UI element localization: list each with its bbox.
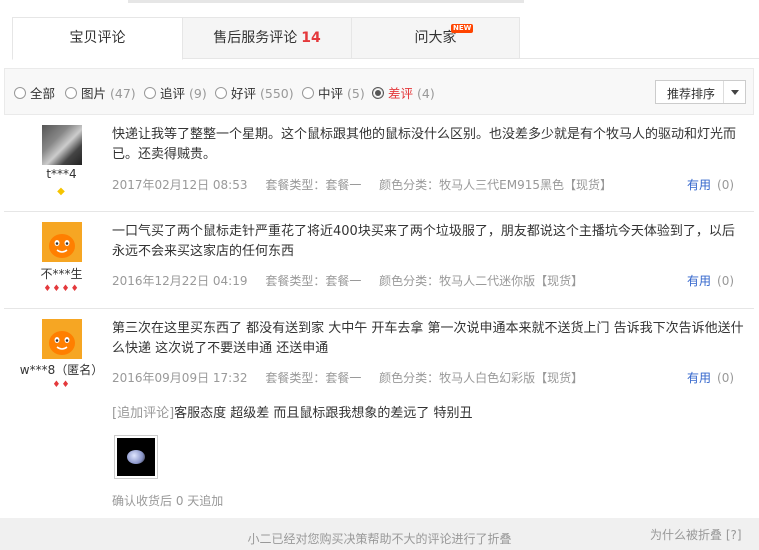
filter-follow-up[interactable]: 追评 (9) xyxy=(144,83,207,102)
chevron-down-icon[interactable] xyxy=(731,90,739,95)
filter-all[interactable]: 全部 xyxy=(14,83,55,102)
review-content: 一口气买了两个鼠标走针严重花了将近400块买来了两个垃圾服了，朋友都说这个主播坑… xyxy=(112,224,735,259)
color-variant: 颜色分类：牧马人三代EM915黑色【现货】 xyxy=(379,178,612,192)
review-item: 不***生 ♦♦♦♦ 一口气买了两个鼠标走针严重花了将近400块买来了两个垃圾服… xyxy=(4,212,754,309)
folded-notice: 小二已经对您购买决策帮助不大的评论进行了折叠 为什么被折叠 [?] xyxy=(0,518,759,550)
color-variant: 颜色分类：牧马人二代迷你版【现货】 xyxy=(379,274,584,288)
tab-label: 售后服务评论 xyxy=(213,30,298,46)
filter-negative[interactable]: 差评 (4) xyxy=(372,83,435,102)
helpful-label: 有用 xyxy=(687,274,712,288)
filter-neutral[interactable]: 中评 (5) xyxy=(302,83,365,102)
avatar xyxy=(42,125,82,165)
filter-bar: 全部 图片 (47) 追评 (9) 好评 (550) 中评 (5) 差评 (4) 推荐排序 xyxy=(4,68,754,115)
filter-images[interactable]: 图片 (47) xyxy=(65,83,136,102)
filter-positive[interactable]: 好评 (550) xyxy=(215,83,294,102)
review-content: 快递让我等了整整一个星期。这个鼠标跟其他的鼠标没什么区别。也没差多少就是有个牧马… xyxy=(112,127,737,162)
username: 不***生 xyxy=(40,267,83,281)
package-type: 套餐类型：套餐一 xyxy=(265,178,362,192)
filter-label: 全部 xyxy=(30,86,56,101)
helpful-button[interactable]: 有用 (0) xyxy=(687,272,734,289)
helpful-button[interactable]: 有用 (0) xyxy=(687,369,734,386)
review-date: 2016年12月22日 04:19 xyxy=(112,274,248,288)
filter-count: (4) xyxy=(417,86,435,101)
review-tabs: 宝贝评论 售后服务评论 14 问大家 NEW xyxy=(12,17,759,60)
helpful-label: 有用 xyxy=(687,178,712,192)
review-content: 第三次在这里买东西了 都没有送到家 大中午 开车去拿 第一次说申通本来就不送货上… xyxy=(112,321,744,356)
filter-count: (47) xyxy=(110,86,136,101)
why-folded-link[interactable]: 为什么被折叠 [?] xyxy=(650,526,742,543)
filter-label: 好评 xyxy=(231,86,257,101)
radio-icon[interactable] xyxy=(215,87,227,99)
helpful-label: 有用 xyxy=(687,371,712,385)
tab-label: 问大家 xyxy=(414,30,457,46)
review-date: 2016年09月09日 17:32 xyxy=(112,371,248,385)
package-type: 套餐类型：套餐一 xyxy=(265,274,362,288)
follow-up-review: [追加评论]客服态度 超级差 而且鼠标跟我想象的差远了 特别丑 xyxy=(112,402,473,421)
filter-count: (550) xyxy=(260,86,294,101)
filter-count: (9) xyxy=(189,86,207,101)
helpful-count: (0) xyxy=(717,371,735,385)
review-meta: 2017年02月12日 08:53 套餐类型：套餐一 颜色分类：牧马人三代EM9… xyxy=(112,176,744,193)
follow-up-time: 确认收货后 0 天追加 xyxy=(112,494,224,508)
sort-label: 推荐排序 xyxy=(667,87,716,101)
review-photo-thumbnail[interactable] xyxy=(114,435,158,479)
filter-count: (5) xyxy=(347,86,365,101)
default-avatar-icon xyxy=(42,222,82,262)
radio-icon[interactable] xyxy=(302,87,314,99)
review-date: 2017年02月12日 08:53 xyxy=(112,178,248,192)
radio-icon[interactable] xyxy=(14,87,26,99)
helpful-button[interactable]: 有用 (0) xyxy=(687,176,734,193)
sort-dropdown[interactable]: 推荐排序 xyxy=(655,80,746,104)
filter-label: 图片 xyxy=(81,86,107,101)
new-badge: NEW xyxy=(451,24,474,33)
username: w***8（匿名） xyxy=(19,363,104,377)
tab-item-reviews[interactable]: 宝贝评论 xyxy=(12,17,183,60)
filter-label: 差评 xyxy=(388,86,414,101)
tab-label: 宝贝评论 xyxy=(69,30,126,46)
helpful-count: (0) xyxy=(717,274,735,288)
buyer-rank-icon: ♦♦ xyxy=(52,380,71,390)
radio-checked-icon[interactable] xyxy=(372,87,384,99)
radio-icon[interactable] xyxy=(65,87,77,99)
color-variant: 颜色分类：牧马人白色幻彩版【现货】 xyxy=(379,371,584,385)
folded-message[interactable]: 小二已经对您购买决策帮助不大的评论进行了折叠 xyxy=(0,530,759,547)
top-divider xyxy=(128,0,524,3)
review-item: t***4 ◆ 快递让我等了整整一个星期。这个鼠标跟其他的鼠标没什么区别。也没差… xyxy=(4,117,754,212)
buyer-rank-icon: ◆ xyxy=(57,186,66,197)
mouse-photo xyxy=(117,438,155,476)
avatar xyxy=(42,222,82,262)
filter-label: 中评 xyxy=(318,86,344,101)
package-type: 套餐类型：套餐一 xyxy=(265,371,362,385)
follow-up-text: 客服态度 超级差 而且鼠标跟我想象的差远了 特别丑 xyxy=(174,406,473,421)
default-avatar-icon xyxy=(42,319,82,359)
buyer-rank-icon: ♦♦♦♦ xyxy=(43,284,80,294)
helpful-count: (0) xyxy=(717,178,735,192)
review-meta: 2016年09月09日 17:32 套餐类型：套餐一 颜色分类：牧马人白色幻彩版… xyxy=(112,369,744,386)
review-meta: 2016年12月22日 04:19 套餐类型：套餐一 颜色分类：牧马人二代迷你版… xyxy=(112,272,744,289)
radio-icon[interactable] xyxy=(144,87,156,99)
follow-up-tag: [追加评论] xyxy=(112,406,175,421)
avatar xyxy=(42,319,82,359)
tab-ask-everyone[interactable]: 问大家 NEW xyxy=(351,17,520,59)
filter-label: 追评 xyxy=(160,86,186,101)
tab-after-sales-reviews[interactable]: 售后服务评论 14 xyxy=(182,17,352,59)
sort-divider xyxy=(723,81,724,103)
username: t***4 xyxy=(46,167,77,181)
tab-count: 14 xyxy=(301,30,321,46)
